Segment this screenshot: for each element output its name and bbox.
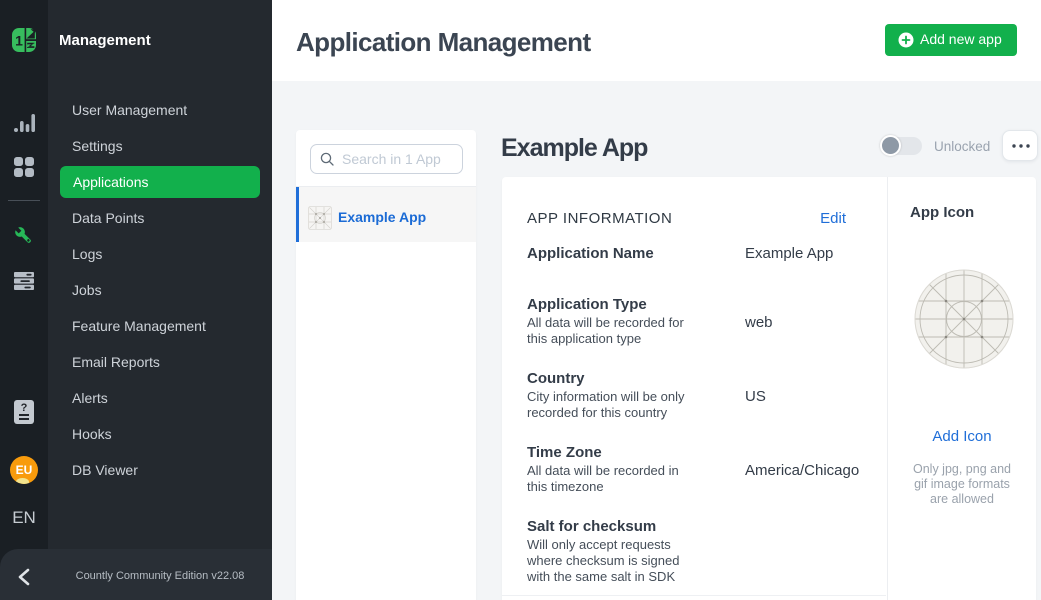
svg-text:?: ? bbox=[21, 402, 28, 414]
svg-text:1: 1 bbox=[15, 33, 23, 49]
